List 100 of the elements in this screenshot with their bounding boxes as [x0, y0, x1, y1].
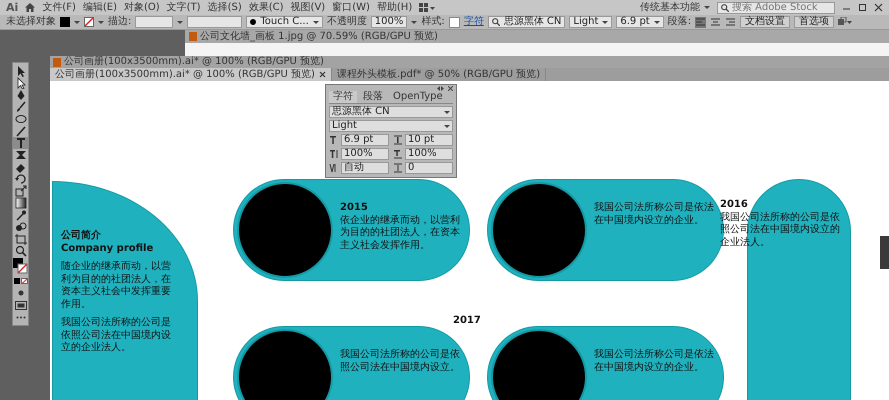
ellipse-icon[interactable]	[14, 113, 28, 125]
pill-text: 依企业的继承而动，以营利为目的的社团法人，在资本主义社会发挥作用。	[340, 214, 461, 252]
color-mode-icon[interactable]	[14, 277, 28, 285]
close-icon[interactable]	[448, 86, 453, 91]
draw-mode-icon[interactable]	[16, 289, 24, 297]
caret-icon	[602, 20, 608, 24]
close-icon[interactable]	[874, 3, 883, 12]
blend-icon[interactable]	[14, 221, 28, 233]
horizontal-scale-icon	[393, 149, 403, 159]
value-field[interactable]: 0	[405, 162, 453, 174]
caret-icon	[444, 124, 450, 128]
font-family-field[interactable]: 思源黑体 CN	[488, 16, 566, 28]
character-link[interactable]: 字符	[464, 16, 484, 28]
year-label: 2016	[720, 199, 749, 212]
menu-item[interactable]: 窗口(W)	[332, 2, 370, 14]
arrange-icon[interactable]	[838, 17, 852, 27]
document-icon	[189, 32, 197, 41]
font-size-icon	[329, 135, 339, 145]
stroke-swatch-icon[interactable]	[84, 17, 94, 27]
menu-item[interactable]: 文件(F)	[42, 2, 76, 14]
collapse-icon[interactable]	[437, 86, 444, 91]
gradient-icon[interactable]	[14, 197, 28, 209]
rotate-icon[interactable]	[14, 173, 28, 185]
brush-dropdown[interactable]: Touch C...	[246, 16, 323, 28]
menu-item[interactable]: 帮助(H)	[376, 2, 412, 14]
leading-icon	[393, 135, 403, 145]
zoom-icon[interactable]	[14, 245, 28, 257]
value-field[interactable]: 6.9 pt	[341, 134, 389, 146]
value-field[interactable]: 10 pt	[405, 134, 453, 146]
panel-tab[interactable]: 字符	[329, 91, 357, 103]
fill-swatch-icon[interactable]	[60, 17, 70, 27]
field-label: 不透明度	[326, 16, 367, 28]
font-style-field[interactable]: Light	[329, 120, 453, 132]
dot-icon	[250, 19, 256, 25]
menu-item[interactable]: 编辑(E)	[82, 2, 117, 14]
caret-icon	[654, 20, 660, 24]
field-label: 样式:	[421, 16, 445, 28]
variable-width-field[interactable]	[187, 16, 242, 28]
workspace-switcher-icon[interactable]	[419, 3, 436, 12]
align-center-icon[interactable]	[710, 16, 722, 28]
search-icon	[492, 18, 500, 26]
toolbar-button[interactable]: 文档设置	[740, 16, 790, 28]
value-field[interactable]: 自动	[341, 162, 389, 174]
menu-item[interactable]: 文字(T)	[166, 2, 201, 14]
font-family-field[interactable]: 思源黑体 CN	[329, 106, 453, 118]
intro-title: 公司简介	[61, 230, 102, 242]
caret-icon[interactable]	[411, 20, 418, 24]
font-size-field[interactable]: 6.9 pt	[616, 16, 664, 28]
caret-icon	[704, 6, 710, 9]
caret-icon[interactable]	[177, 20, 184, 24]
pencil-icon[interactable]	[14, 125, 28, 137]
search-icon	[721, 4, 729, 12]
font-style-field[interactable]: Light	[569, 16, 612, 28]
menu-item[interactable]: 视图(V)	[290, 2, 326, 14]
close-icon[interactable]	[318, 71, 326, 78]
panel-tab[interactable]: OpenType	[389, 91, 447, 103]
panel-tab[interactable]: 段落	[359, 91, 387, 103]
toolbar-button[interactable]: 首选项	[794, 16, 834, 28]
value-field[interactable]: 100%	[341, 148, 389, 160]
opacity-field[interactable]: 100%	[370, 16, 408, 28]
menu-item[interactable]: 选择(S)	[208, 2, 242, 14]
menu-item[interactable]: 对象(O)	[124, 2, 160, 14]
year-label: 2015	[340, 202, 369, 214]
workspace-dropdown[interactable]: 传统基本功能	[640, 2, 710, 14]
caret-icon	[444, 110, 450, 114]
caret-icon[interactable]	[74, 20, 80, 24]
pill-text: 我国公司法所称公司是依法在中国境内设立的企业。	[594, 349, 715, 374]
vertical-scale-icon	[329, 149, 339, 159]
pill-text: 我国公司法所称的公司是依照公司法在中国境内设立。	[340, 349, 461, 374]
intro-paragraph: 我国公司法所称的公司是依照公司法在中国境内设立的企业法人。	[61, 317, 172, 354]
artboard-icon[interactable]	[14, 233, 28, 245]
pill-text: 我国公司法所称公司是依法在中国境内设立的企业。	[594, 202, 715, 227]
eyedropper-icon[interactable]	[14, 209, 28, 221]
field-label: 描边:	[108, 16, 132, 28]
search-field[interactable]: 搜索 Adobe Stock	[717, 2, 835, 14]
document-tab[interactable]: 公司画册(100x3500mm).ai* @ 100% (RGB/GPU 预览)	[50, 68, 332, 81]
fill-stroke-swatch-icon[interactable]	[13, 258, 28, 274]
year-label: 2017	[453, 315, 482, 328]
style-swatch-icon[interactable]	[448, 16, 460, 28]
caret-icon	[312, 20, 319, 24]
screen-mode-icon[interactable]	[14, 300, 26, 310]
value-field[interactable]: 100%	[405, 148, 453, 160]
caret-icon[interactable]	[98, 20, 104, 24]
tracking-icon	[393, 163, 403, 173]
selection-status: 未选择对象	[6, 16, 56, 28]
intro-paragraph: 随企业的继承而动，以营利为目的的社团法人，在资本主义社会中发挥重要作用。	[61, 261, 172, 311]
more-tools-icon[interactable]	[16, 316, 26, 318]
align-right-icon[interactable]	[725, 16, 736, 28]
align-left-icon[interactable]	[695, 16, 706, 28]
intro-subtitle: Company profile	[61, 242, 154, 255]
scale-icon[interactable]	[14, 185, 28, 197]
maximize-icon[interactable]	[858, 3, 867, 12]
field-label: 段落:	[668, 16, 692, 28]
menu-item[interactable]: 效果(C)	[248, 2, 284, 14]
document-title: 公司画册(100x3500mm).ai* @ 100% (RGB/GPU 预览)	[64, 56, 324, 68]
app-logo: Ai	[6, 0, 18, 14]
document-icon	[53, 58, 61, 66]
document-title: 公司文化墙_画板 1.jpg @ 70.59% (RGB/GPU 预览)	[200, 30, 438, 42]
stroke-weight-field[interactable]	[135, 16, 174, 28]
home-icon[interactable]	[25, 3, 36, 12]
